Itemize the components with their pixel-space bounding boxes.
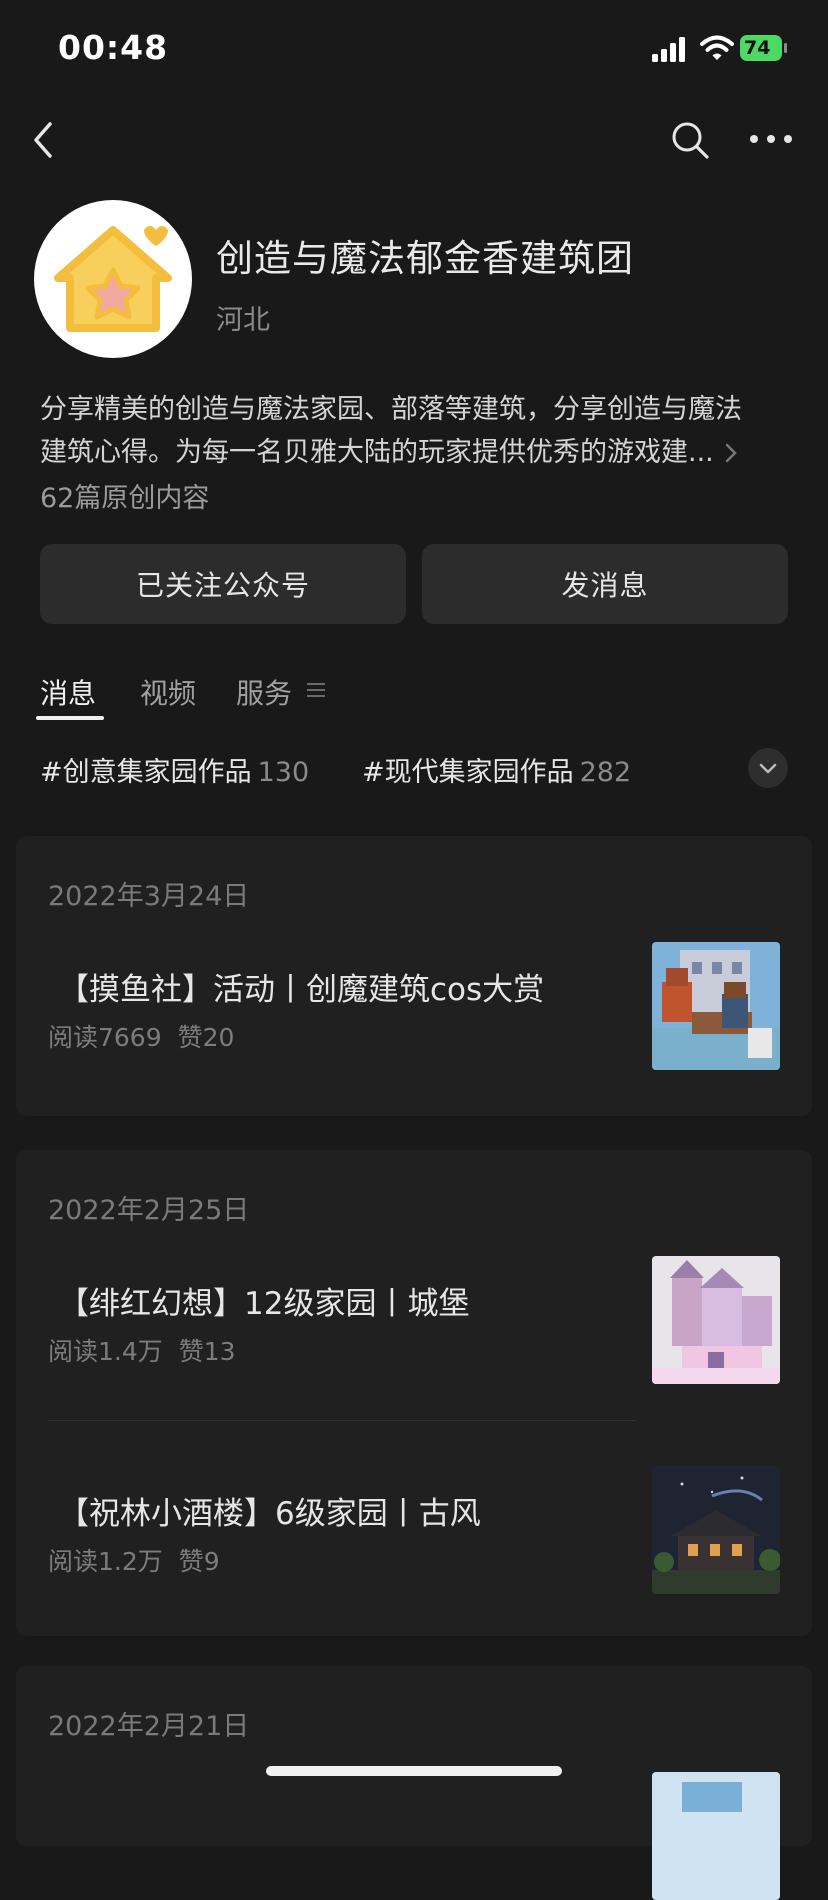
- article-thumbnail: [652, 1256, 780, 1384]
- expand-topics-button[interactable]: [748, 748, 788, 788]
- read-count: 阅读1.4万: [48, 1337, 163, 1366]
- account-avatar[interactable]: [34, 200, 192, 358]
- article-thumbnail: [652, 942, 780, 1070]
- wifi-icon: [700, 35, 734, 60]
- article-stats: 阅读1.2万 赞9: [48, 1542, 220, 1578]
- card-date: 2022年2月25日: [48, 1195, 250, 1226]
- card-date: 2022年3月24日: [48, 881, 250, 912]
- tab-messages[interactable]: 消息: [40, 672, 96, 712]
- search-icon[interactable]: [668, 118, 712, 162]
- like-count: 赞13: [178, 1337, 236, 1366]
- house-star-logo-icon: [54, 226, 172, 332]
- article-thumbnail: [652, 1772, 780, 1900]
- topic-tag-creative[interactable]: #创意集家园作品 130: [40, 750, 309, 789]
- topic-label: #创意集家园作品: [40, 757, 252, 788]
- active-tab-indicator: [36, 716, 104, 720]
- more-options-icon[interactable]: [746, 124, 796, 154]
- tab-services[interactable]: 服务: [236, 672, 292, 712]
- description-line-2: 建筑心得。为每一名贝雅大陆的玩家提供优秀的游戏建...: [40, 437, 714, 468]
- tab-videos[interactable]: 视频: [140, 672, 196, 712]
- article-divider: [48, 1420, 636, 1421]
- account-description[interactable]: 分享精美的创造与魔法家园、部落等建筑，分享创造与魔法 建筑心得。为每一名贝雅大陆…: [40, 388, 790, 474]
- account-region: 河北: [216, 305, 270, 336]
- like-count: 赞20: [177, 1023, 235, 1052]
- like-count: 赞9: [178, 1547, 220, 1576]
- article-title: 【绯红幻想】12级家园丨城堡: [58, 1286, 470, 1322]
- battery-level: 74: [744, 37, 771, 59]
- back-arrow-icon[interactable]: [26, 118, 62, 162]
- battery-icon: 74: [740, 34, 788, 62]
- followed-button[interactable]: 已关注公众号: [40, 544, 406, 624]
- cellular-signal-icon: [652, 37, 685, 62]
- read-count: 阅读7669: [48, 1023, 162, 1052]
- article-card: 2022年3月24日 【摸鱼社】活动丨创魔建筑cos大赏 阅读7669 赞20: [16, 836, 812, 1116]
- read-count: 阅读1.2万: [48, 1547, 163, 1576]
- status-time: 00:48: [58, 28, 169, 67]
- article-card: 2022年2月21日: [16, 1666, 812, 1900]
- topic-count: 282: [579, 757, 632, 788]
- topic-count: 130: [257, 757, 310, 788]
- topic-tag-modern[interactable]: #现代集家园作品 282: [362, 750, 631, 789]
- card-date: 2022年2月21日: [48, 1711, 250, 1742]
- home-indicator[interactable]: [266, 1766, 562, 1776]
- article-thumbnail: [652, 1466, 780, 1594]
- chevron-down-icon: [759, 763, 777, 774]
- article-title: 【摸鱼社】活动丨创魔建筑cos大赏: [58, 972, 545, 1008]
- article-stats: 阅读7669 赞20: [48, 1018, 234, 1054]
- article-title: 【祝林小酒楼】6级家园丨古风: [58, 1496, 481, 1532]
- original-content-count[interactable]: 62篇原创内容: [40, 476, 209, 515]
- chevron-right-icon: [725, 443, 737, 462]
- article-stats: 阅读1.4万 赞13: [48, 1332, 236, 1368]
- menu-lines-icon[interactable]: [306, 680, 326, 700]
- description-line-1: 分享精美的创造与魔法家园、部落等建筑，分享创造与魔法: [40, 394, 742, 425]
- account-name: 创造与魔法郁金香建筑团: [216, 237, 634, 280]
- article-card: 2022年2月25日 【绯红幻想】12级家园丨城堡 阅读1.4万 赞13 【祝林小…: [16, 1150, 812, 1636]
- topic-label: #现代集家园作品: [362, 757, 574, 788]
- send-message-button[interactable]: 发消息: [422, 544, 788, 624]
